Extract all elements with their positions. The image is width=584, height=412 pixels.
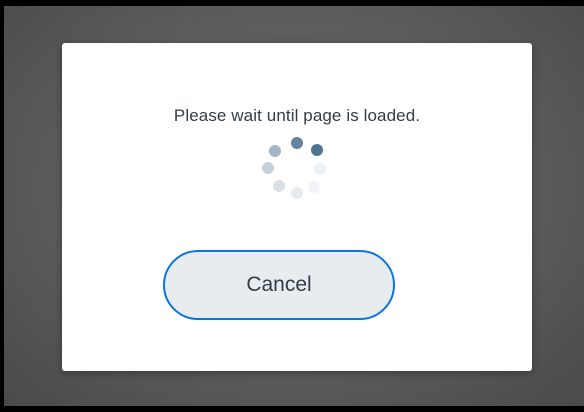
spinner-dot — [314, 163, 326, 175]
spinner-dot — [308, 181, 320, 193]
screen-frame: Please wait until page is loaded. Cancel — [0, 0, 584, 412]
cancel-button[interactable]: Cancel — [163, 250, 395, 320]
spinner-dot — [273, 180, 285, 192]
loading-spinner-icon — [262, 137, 326, 199]
spinner-dot — [291, 137, 303, 149]
spinner-dot — [269, 145, 281, 157]
spinner-dot — [311, 144, 323, 156]
spinner-dot — [291, 187, 303, 199]
loading-message: Please wait until page is loaded. — [173, 106, 421, 125]
loading-dialog: Please wait until page is loaded. Cancel — [62, 43, 532, 371]
spinner-dot — [262, 162, 274, 174]
